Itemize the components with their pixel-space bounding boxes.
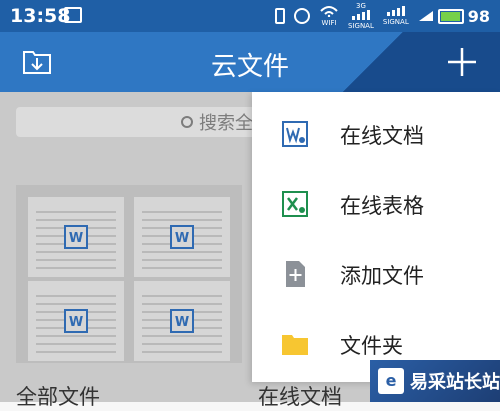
word-doc-icon: W [64,225,88,249]
word-doc-icon [282,121,308,147]
doc-letter: W [174,315,190,330]
alarm-icon [294,8,311,24]
search-icon [181,116,193,128]
battery-indicator: 98 [418,7,490,26]
network-type-label: 3G [356,2,366,10]
page-title: 云文件 [210,52,289,82]
battery-fill [440,11,461,21]
wifi-signal-icon [320,6,338,18]
menu-item-online-doc[interactable]: 在线文档 [252,100,500,168]
mobile-signal-icon-2: SIGNAL [383,6,409,26]
folder-icon [282,335,308,355]
word-doc-icon: W [64,309,88,333]
doc-thumbnail: W [28,197,124,277]
folder-thumbnail[interactable]: W W W W [16,185,242,363]
watermark-text: 易采站长站 [410,372,500,393]
watermark-logo: e [378,368,404,394]
picture-notification-icon [64,7,82,23]
app-bar: 云文件 [0,32,500,92]
online-docs-label[interactable]: 在线文档 [258,381,342,411]
menu-item-label: 文件夹 [340,334,403,358]
doc-letter: W [68,315,84,330]
clock: 13:58 [10,5,71,27]
status-bar: 13:58 WIFI 3G SIGNAL SIGNAL 98 [0,0,500,32]
menu-item-label: 在线表格 [340,194,424,218]
create-menu: 在线文档 在线表格 添加文件 文件夹 [252,92,500,382]
watermark-badge: e 易采站长站 [370,360,500,402]
all-files-label[interactable]: 全部文件 [16,381,100,411]
mobile-signal-icon: 3G SIGNAL [348,2,374,30]
search-bar[interactable]: 搜索全 [16,107,256,137]
signal-label-2: SIGNAL [382,18,409,26]
status-icons: WIFI 3G SIGNAL SIGNAL 98 [275,0,500,32]
doc-thumbnail: W [28,281,124,361]
doc-thumbnail: W [134,197,230,277]
excel-sheet-icon [282,191,308,217]
doc-letter: W [174,231,190,246]
add-icon[interactable] [446,46,478,78]
data-arrow-icon [418,11,433,21]
menu-item-label: 在线文档 [340,124,424,148]
signal-label: SIGNAL [348,22,374,30]
menu-item-label: 添加文件 [340,264,424,288]
add-file-icon [286,261,305,287]
battery-percent: 98 [467,6,490,26]
search-placeholder: 搜索全 [199,113,253,134]
menu-item-add-file[interactable]: 添加文件 [252,240,500,308]
wifi-icon: WIFI [319,5,339,27]
doc-thumbnail: W [134,281,230,361]
wifi-label: WIFI [321,19,337,27]
signal-bars-icon [351,10,370,20]
signal-bars-icon-2 [386,6,405,16]
vibrate-icon [275,8,286,24]
battery-icon [437,8,464,24]
word-doc-icon: W [170,309,194,333]
doc-letter: W [68,231,84,246]
menu-item-online-sheet[interactable]: 在线表格 [252,170,500,238]
word-doc-icon: W [170,225,194,249]
